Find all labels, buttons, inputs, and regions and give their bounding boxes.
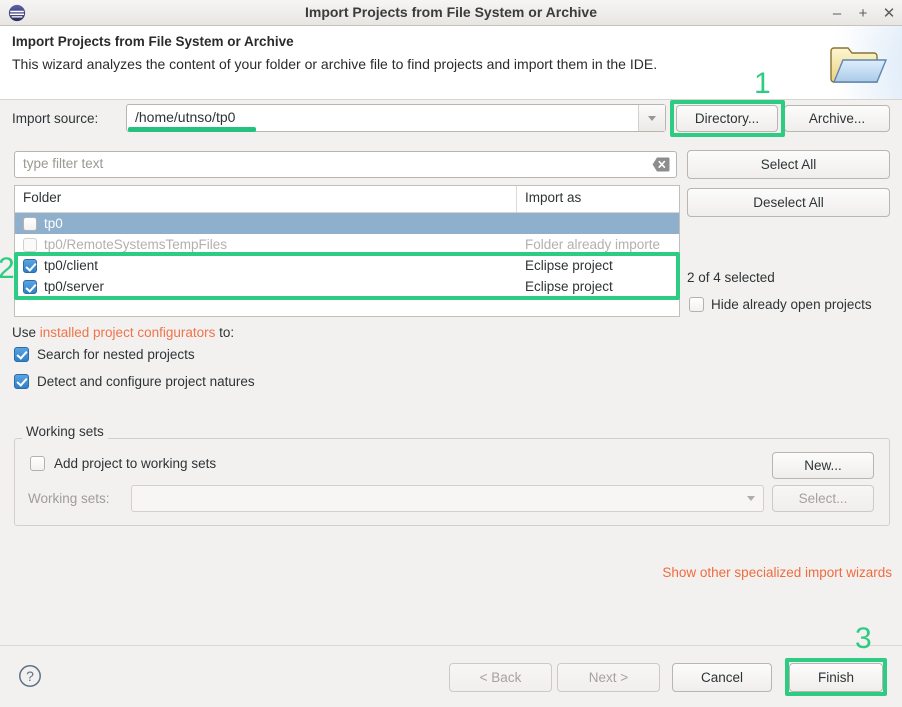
row-folder-name: tp0/server: [44, 279, 104, 294]
checkbox-box[interactable]: [14, 347, 29, 362]
annotation-underline-source: [128, 127, 256, 132]
hide-open-projects-label: Hide already open projects: [711, 297, 872, 312]
chevron-down-icon[interactable]: [638, 105, 665, 131]
row-import-as: Folder already importe: [517, 237, 679, 252]
row-folder-name: tp0/RemoteSystemsTempFiles: [44, 237, 227, 252]
row-import-as: Eclipse project: [517, 279, 679, 294]
search-nested-projects-checkbox[interactable]: Search for nested projects: [14, 347, 195, 362]
filter-placeholder: type filter text: [23, 156, 103, 171]
annotation-number-3: 3: [855, 624, 872, 654]
select-working-set-button[interactable]: Select...: [772, 485, 874, 512]
detect-project-natures-checkbox[interactable]: Detect and configure project natures: [14, 374, 255, 389]
select-all-button[interactable]: Select All: [687, 150, 890, 179]
tree-header: Folder Import as: [15, 186, 679, 213]
table-row[interactable]: tp0/client Eclipse project: [15, 255, 679, 276]
row-checkbox[interactable]: [23, 280, 37, 294]
window-controls: – + ✕: [830, 0, 896, 26]
deselect-all-button[interactable]: Deselect All: [687, 188, 890, 217]
projects-tree[interactable]: Folder Import as tp0 tp0/RemoteSystemsTe…: [14, 185, 680, 317]
installed-project-configurators-link[interactable]: installed project configurators: [40, 325, 216, 340]
annotation-number-2: 2: [0, 254, 15, 284]
add-to-working-sets-checkbox[interactable]: Add project to working sets: [30, 456, 216, 471]
footer-separator: [0, 645, 902, 646]
use-prefix: Use: [12, 325, 40, 340]
hide-open-projects-checkbox[interactable]: Hide already open projects: [689, 297, 872, 312]
show-other-wizards-link[interactable]: Show other specialized import wizards: [662, 565, 892, 580]
working-sets-label: Working sets:: [28, 491, 110, 506]
page-subtitle: This wizard analyzes the content of your…: [12, 56, 657, 72]
row-checkbox[interactable]: [23, 238, 37, 252]
cancel-button[interactable]: Cancel: [672, 663, 772, 692]
chevron-down-icon[interactable]: [747, 496, 755, 501]
configurators-line: Use installed project configurators to:: [12, 325, 234, 340]
page-title: Import Projects from File System or Arch…: [12, 34, 294, 49]
working-sets-combo[interactable]: [131, 485, 764, 512]
row-import-as: Eclipse project: [517, 258, 679, 273]
working-sets-group: [14, 438, 890, 526]
back-button[interactable]: < Back: [449, 663, 552, 692]
search-nested-projects-label: Search for nested projects: [37, 347, 195, 362]
checkbox-box[interactable]: [30, 456, 45, 471]
help-icon[interactable]: ?: [18, 664, 42, 688]
new-working-set-button[interactable]: New...: [772, 452, 874, 479]
selection-count: 2 of 4 selected: [687, 270, 775, 285]
add-to-working-sets-label: Add project to working sets: [54, 456, 216, 471]
working-sets-legend: Working sets: [22, 424, 108, 439]
row-folder-name: tp0/client: [44, 258, 98, 273]
row-checkbox[interactable]: [23, 259, 37, 273]
archive-button[interactable]: Archive...: [784, 105, 890, 132]
window-titlebar: Import Projects from File System or Arch…: [0, 0, 902, 26]
close-button[interactable]: ✕: [882, 6, 896, 21]
folder-open-icon: [826, 36, 888, 92]
table-row[interactable]: tp0: [15, 213, 679, 234]
import-source-label: Import source:: [12, 111, 98, 126]
row-checkbox[interactable]: [23, 217, 37, 231]
svg-text:?: ?: [26, 668, 34, 684]
table-row[interactable]: tp0/RemoteSystemsTempFiles Folder alread…: [15, 234, 679, 255]
clear-icon[interactable]: [652, 157, 670, 172]
column-header-import-as[interactable]: Import as: [517, 186, 679, 212]
checkbox-box[interactable]: [689, 297, 704, 312]
minimize-button[interactable]: –: [830, 6, 844, 21]
use-suffix: to:: [215, 325, 234, 340]
directory-button[interactable]: Directory...: [676, 105, 778, 132]
next-button[interactable]: Next >: [557, 663, 660, 692]
table-row[interactable]: tp0/server Eclipse project: [15, 276, 679, 297]
checkbox-box[interactable]: [14, 374, 29, 389]
import-source-value: /home/utnso/tp0: [135, 109, 235, 125]
window-title: Import Projects from File System or Arch…: [0, 0, 902, 25]
maximize-button[interactable]: +: [856, 6, 870, 21]
finish-button[interactable]: Finish: [789, 663, 883, 692]
column-header-folder[interactable]: Folder: [15, 186, 517, 212]
detect-project-natures-label: Detect and configure project natures: [37, 374, 255, 389]
row-folder-name: tp0: [44, 216, 63, 231]
filter-input[interactable]: type filter text: [14, 151, 677, 178]
annotation-number-1: 1: [754, 69, 771, 99]
